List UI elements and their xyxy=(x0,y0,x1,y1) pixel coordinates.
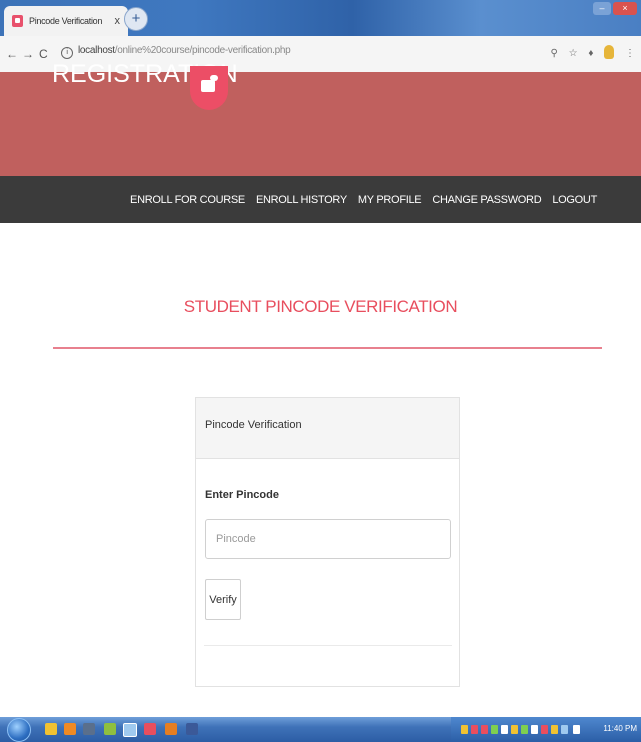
app3-taskbar-icon[interactable] xyxy=(165,723,177,735)
explorer-taskbar-icon[interactable] xyxy=(45,723,57,735)
puzzle-extension-icon[interactable]: ♦ xyxy=(588,48,593,59)
app-taskbar-icon[interactable] xyxy=(83,723,95,735)
window-taskbar-icon[interactable] xyxy=(123,723,137,737)
start-button[interactable] xyxy=(7,718,31,742)
menu-item-enroll-for-course[interactable]: ENROLL FOR COURSE xyxy=(130,194,245,206)
forward-icon[interactable]: → xyxy=(22,47,34,61)
tab-close-icon[interactable]: x xyxy=(115,15,121,27)
briefcase-icon xyxy=(190,66,228,110)
zoom-icon[interactable]: ⚲ xyxy=(550,48,557,59)
new-tab-button[interactable]: + xyxy=(124,7,148,31)
panel-heading: Pincode Verification xyxy=(196,398,459,459)
tray-app5-icon[interactable] xyxy=(521,725,528,734)
menu-item-my-profile[interactable]: MY PROFILE xyxy=(358,194,422,206)
main-menu: ENROLL FOR COURSE ENROLL HISTORY MY PROF… xyxy=(0,176,641,223)
tray-flag-icon[interactable] xyxy=(501,725,508,734)
system-tray: 11:40 PM xyxy=(451,717,641,742)
site-header: REGISTRATION xyxy=(0,60,641,176)
heading-underline xyxy=(53,347,602,349)
url-path: /online%20course/pincode-verification.ph… xyxy=(114,45,291,56)
bookmark-star-icon[interactable]: ☆ xyxy=(569,48,578,59)
pincode-panel: Pincode Verification Enter Pincode Verif… xyxy=(195,397,460,687)
tray-app7-icon[interactable] xyxy=(541,725,548,734)
menu-list: ENROLL FOR COURSE ENROLL HISTORY MY PROF… xyxy=(119,176,597,223)
volume-icon[interactable] xyxy=(573,725,580,734)
page-title: STUDENT PINCODE VERIFICATION xyxy=(183,297,458,316)
site-favicon-icon xyxy=(12,15,23,27)
reload-icon[interactable]: C xyxy=(39,47,48,61)
tray-app6-icon[interactable] xyxy=(531,725,538,734)
tray-app9-icon[interactable] xyxy=(561,725,568,734)
tab-title: Pincode Verification xyxy=(29,16,103,26)
minimize-button[interactable]: – xyxy=(593,2,611,15)
menu-item-change-password[interactable]: CHANGE PASSWORD xyxy=(432,194,541,206)
menu-kebab-icon[interactable]: ⋮ xyxy=(625,48,635,59)
browser-tab-strip: Pincode Verification x + – × xyxy=(0,0,641,36)
tray-app-icon[interactable] xyxy=(471,725,478,734)
window-controls: – × xyxy=(591,2,637,16)
browser-tab[interactable]: Pincode Verification x xyxy=(4,6,128,36)
toolbar-icons: ⚲ ☆ ♦ ⋮ xyxy=(542,45,635,59)
facebook-taskbar-icon[interactable] xyxy=(186,723,198,735)
taskbar-clock[interactable]: 11:40 PM xyxy=(603,724,637,733)
tray-app8-icon[interactable] xyxy=(551,725,558,734)
media-taskbar-icon[interactable] xyxy=(64,723,76,735)
menu-item-enroll-history[interactable]: ENROLL HISTORY xyxy=(256,194,347,206)
panel-divider xyxy=(204,645,452,646)
menu-item-logout[interactable]: LOGOUT xyxy=(552,194,597,206)
app2-taskbar-icon[interactable] xyxy=(104,723,116,735)
close-window-button[interactable]: × xyxy=(613,2,637,15)
taskbar: 11:40 PM xyxy=(0,717,641,742)
back-icon[interactable]: ← xyxy=(6,47,18,61)
tray-app4-icon[interactable] xyxy=(511,725,518,734)
extension-icon[interactable] xyxy=(604,45,615,59)
pincode-label: Enter Pincode xyxy=(205,489,279,501)
chrome-taskbar-icon[interactable] xyxy=(144,723,156,735)
url-host: localhost xyxy=(78,45,115,56)
tray-app2-icon[interactable] xyxy=(481,725,488,734)
tray-network-icon[interactable] xyxy=(461,725,468,734)
verify-button[interactable]: Verify xyxy=(205,579,241,620)
pincode-input[interactable] xyxy=(205,519,451,559)
tray-app3-icon[interactable] xyxy=(491,725,498,734)
site-info-icon[interactable]: i xyxy=(61,47,73,59)
